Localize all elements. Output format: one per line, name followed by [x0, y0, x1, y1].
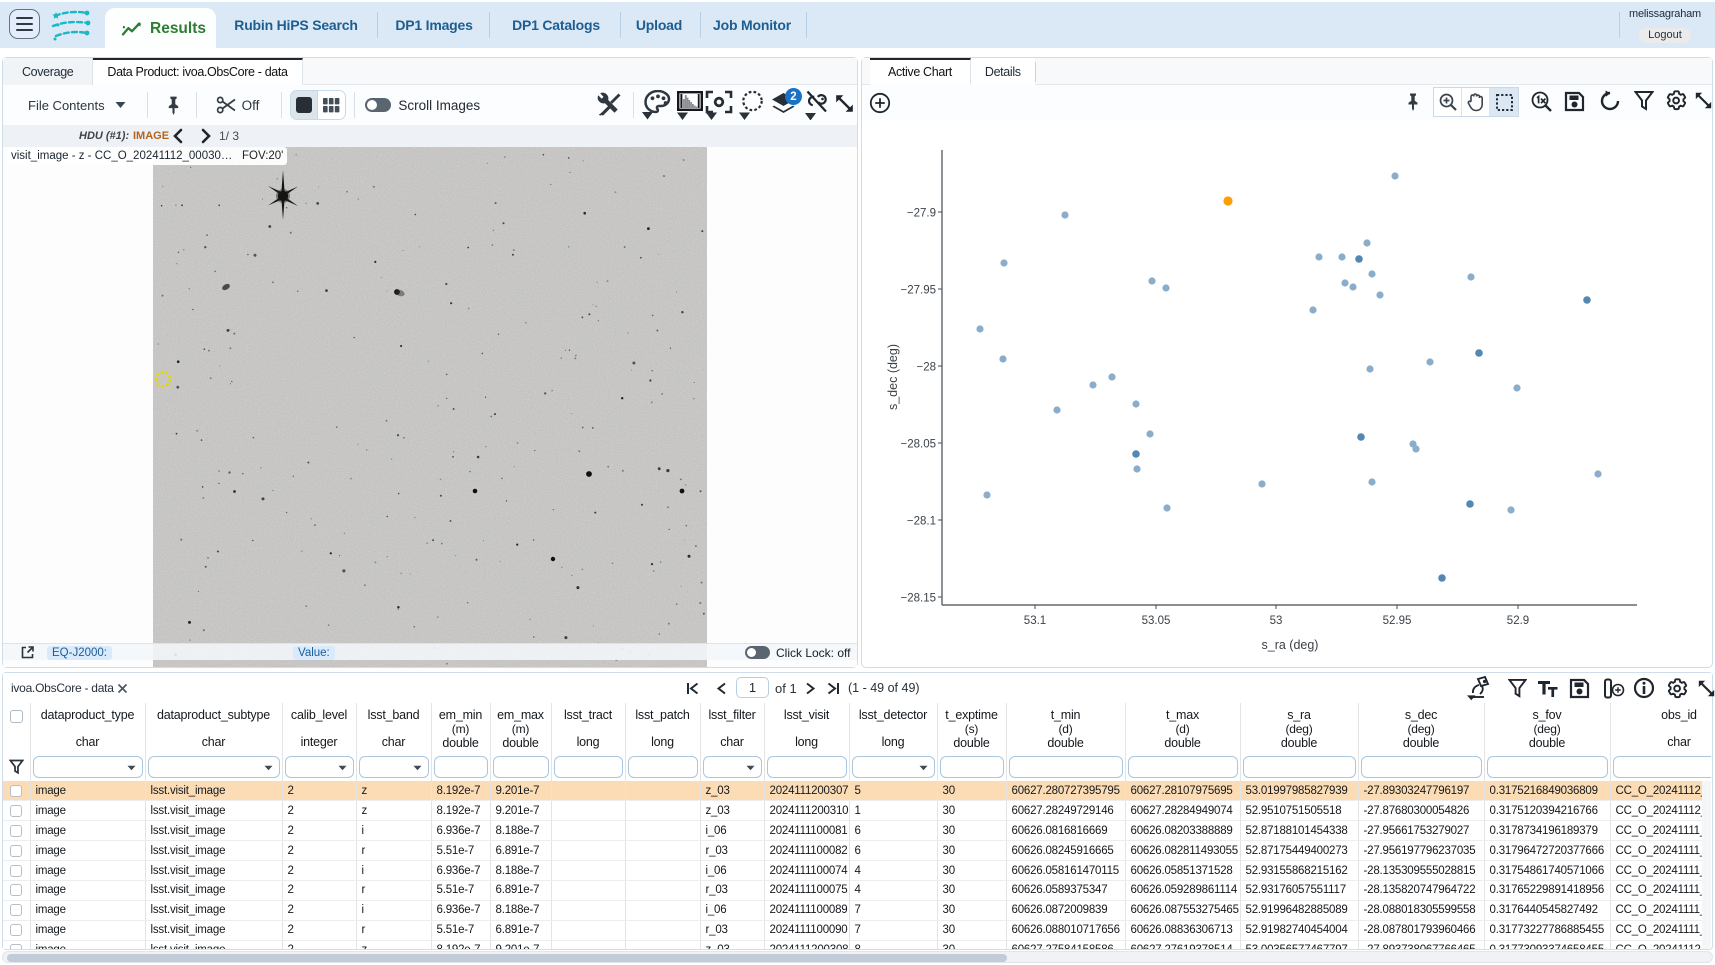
svg-text:−28.05: −28.05 — [901, 439, 937, 451]
svg-text:s_ra (deg): s_ra (deg) — [1262, 638, 1319, 652]
svg-text:−27.9: −27.9 — [907, 208, 936, 220]
svg-text:52.9: 52.9 — [1507, 615, 1529, 627]
svg-text:53.1: 53.1 — [1024, 615, 1046, 627]
svg-text:52.95: 52.95 — [1383, 615, 1412, 627]
svg-text:s_dec (deg): s_dec (deg) — [886, 344, 900, 410]
svg-text:−27.95: −27.95 — [901, 285, 937, 297]
svg-text:−28.15: −28.15 — [901, 593, 937, 605]
svg-text:53.05: 53.05 — [1142, 615, 1171, 627]
svg-text:−28.1: −28.1 — [907, 516, 936, 528]
svg-text:−28: −28 — [916, 362, 936, 374]
svg-text:53: 53 — [1270, 615, 1283, 627]
